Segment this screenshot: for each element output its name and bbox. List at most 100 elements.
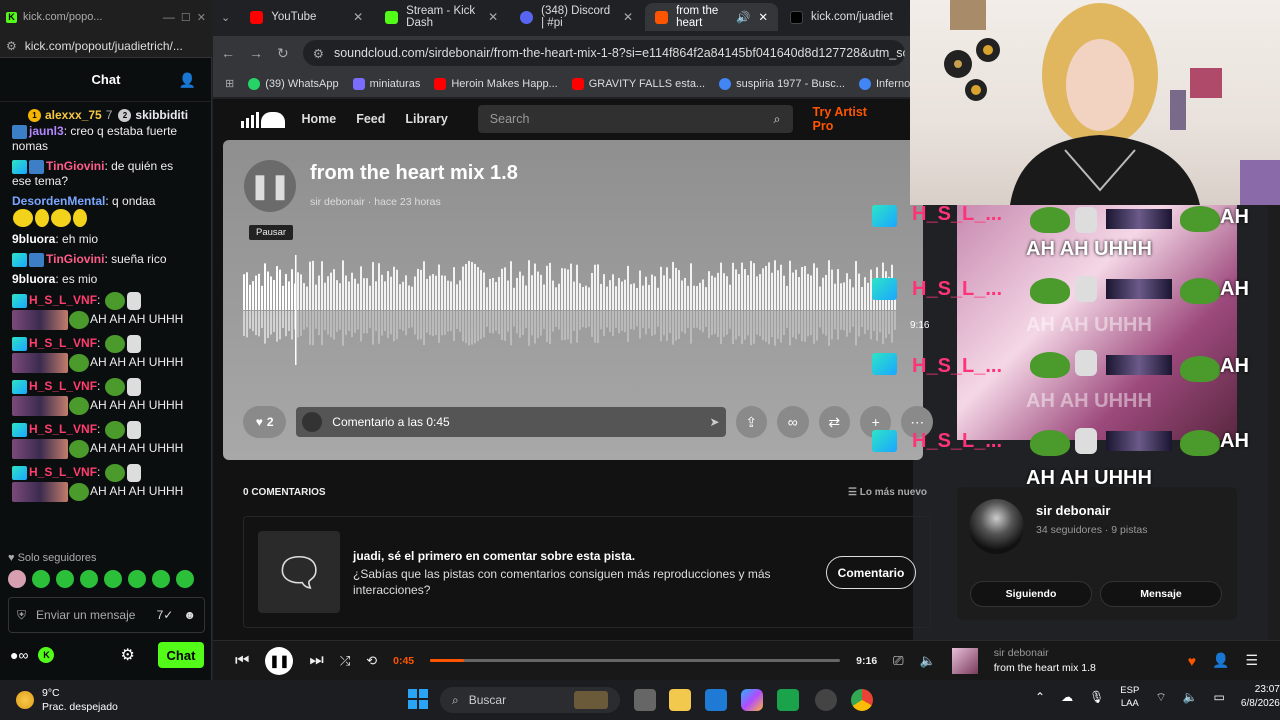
comment-input[interactable]: Comentario a las 0:45 ➤	[296, 407, 726, 437]
apps-grid-icon[interactable]: ⊞	[225, 77, 234, 90]
site-settings-icon[interactable]: ⚙	[6, 39, 17, 53]
sort-comments-dropdown[interactable]: ☰ Lo más nuevo	[848, 487, 927, 498]
bookmark-item[interactable]: Inferno 1980 - B	[858, 77, 913, 90]
copilot-icon[interactable]	[741, 689, 763, 711]
progress-bar[interactable]	[430, 659, 841, 662]
chat-username[interactable]: H_S_L_VNF	[29, 465, 97, 479]
shield-icon[interactable]: ⛨	[17, 608, 26, 623]
chat-username[interactable]: H_S_L_VNF	[29, 336, 97, 350]
try-artist-pro-link[interactable]: Try Artist Pro	[813, 105, 885, 133]
player-pause-button[interactable]: ❚❚	[265, 646, 294, 675]
like-button[interactable]: ♥ 2	[243, 406, 287, 438]
microphone-icon[interactable]: 🎙	[1089, 690, 1104, 704]
input-language[interactable]: ESP LAA	[1120, 684, 1139, 710]
quick-emote-icon[interactable]	[32, 570, 50, 588]
quick-emote-icon[interactable]	[176, 570, 194, 588]
search-input[interactable]: Search ⌕	[477, 105, 793, 133]
show-hidden-icons-icon[interactable]: ⌃	[1035, 690, 1045, 704]
task-view-icon[interactable]	[634, 689, 656, 711]
bookmark-item[interactable]: GRAVITY FALLS esta...	[571, 77, 705, 90]
nav-feed[interactable]: Feed	[356, 112, 385, 126]
chrome-icon[interactable]	[851, 689, 873, 711]
chat-username[interactable]: H_S_L_VNF	[29, 293, 97, 307]
points-icon[interactable]: ●∞	[10, 647, 28, 663]
artist-name[interactable]: sir debonair	[1036, 503, 1110, 518]
search-icon[interactable]: ⌕	[774, 112, 781, 127]
quick-emote-icon[interactable]	[128, 570, 146, 588]
previous-track-icon[interactable]: ⏮	[235, 652, 249, 670]
browser-tab[interactable]: (348) Discord | #pi ✕	[510, 3, 643, 31]
now-playing-artist[interactable]: sir debonair	[994, 647, 1096, 659]
audio-playing-icon[interactable]: 🔊	[736, 10, 750, 24]
tab-close-icon[interactable]: ✕	[488, 10, 498, 24]
liked-heart-icon[interactable]: ♥	[1188, 653, 1196, 669]
chat-message-input[interactable]: ⛨ Enviar un mensaje 7✓ ☻	[8, 597, 205, 633]
browser-tab[interactable]: YouTube ✕	[240, 3, 373, 31]
artist-avatar[interactable]	[969, 499, 1024, 554]
bookmark-item[interactable]: suspiria 1977 - Busc...	[719, 77, 845, 90]
next-track-icon[interactable]: ⏭	[309, 652, 323, 670]
page-scrollbar[interactable]	[1268, 205, 1280, 640]
nav-library[interactable]: Library	[405, 112, 447, 126]
track-artist-link[interactable]: sir debonair	[310, 196, 365, 208]
bookmark-item[interactable]: miniaturas	[352, 77, 420, 90]
reload-icon[interactable]: ↻	[277, 45, 289, 62]
chat-username[interactable]: H_S_L_VNF	[29, 379, 97, 393]
pause-button[interactable]: ❚❚	[244, 160, 296, 212]
wifi-icon[interactable]: ⌔	[1155, 690, 1166, 705]
nav-home[interactable]: Home	[301, 112, 336, 126]
shuffle-icon[interactable]: ⤮	[340, 653, 350, 669]
taskbar-search[interactable]: ⌕ Buscar	[440, 687, 620, 713]
tab-close-icon[interactable]: ✕	[623, 10, 633, 24]
quick-emote-icon[interactable]	[152, 570, 170, 588]
forward-arrow-icon[interactable]: →	[249, 45, 263, 61]
chat-username[interactable]: 9bluora	[12, 232, 55, 246]
settings-gear-icon[interactable]: ⚙	[120, 645, 134, 665]
obs-icon[interactable]	[815, 689, 837, 711]
following-button[interactable]: Siguiendo	[970, 581, 1092, 607]
send-chat-button[interactable]: Chat	[158, 642, 204, 668]
chat-username[interactable]: TinGiovini	[46, 159, 104, 173]
following-user-icon[interactable]: 👤	[1212, 652, 1229, 669]
chat-username[interactable]: 9bluora	[12, 272, 55, 286]
copy-link-button[interactable]: ∞	[777, 406, 809, 438]
battery-icon[interactable]: ▭	[1214, 690, 1225, 704]
kick-logo-icon[interactable]: K	[38, 647, 55, 663]
spreadsheet-app-icon[interactable]	[777, 689, 799, 711]
comment-button[interactable]: Comentario	[826, 556, 916, 589]
send-comment-icon[interactable]: ➤	[709, 415, 719, 429]
browser-tab[interactable]: Stream - Kick Dash ✕	[375, 3, 508, 31]
kick-url-bar[interactable]: ⚙ kick.com/popout/juadietrich/...	[0, 34, 212, 58]
cloud-icon[interactable]: ☁	[1061, 690, 1073, 704]
chat-users-icon[interactable]: 👤	[179, 72, 196, 89]
now-playing-artwork[interactable]	[951, 647, 978, 674]
bookmark-item[interactable]: Heroin Makes Happ...	[434, 77, 558, 90]
tab-search-icon[interactable]: ⌄	[221, 11, 230, 24]
queue-icon[interactable]: ☰	[1245, 652, 1258, 669]
bookmark-item[interactable]: (39) WhatsApp	[248, 77, 339, 90]
windows-start-icon[interactable]	[408, 689, 428, 709]
gifter-item[interactable]: 1 alexxx_75 7	[28, 108, 112, 122]
tab-close-icon[interactable]: ✕	[758, 10, 768, 24]
repost-button[interactable]: ⇄	[818, 406, 850, 438]
waveform[interactable]	[243, 255, 898, 365]
back-arrow-icon[interactable]: ←	[221, 45, 235, 61]
quick-emote-icon[interactable]	[80, 570, 98, 588]
chat-username[interactable]: jaunl3	[29, 124, 64, 138]
emoji-picker-icon[interactable]: ☻	[183, 608, 196, 622]
quick-emote-icon[interactable]	[8, 570, 26, 588]
maximize-icon[interactable]: ☐	[181, 11, 191, 24]
playhead[interactable]	[295, 255, 297, 365]
store-icon[interactable]	[705, 689, 727, 711]
share-button[interactable]: ⇪	[735, 406, 768, 438]
browser-tab[interactable]: kick.com/juadiet	[780, 3, 913, 31]
translate-icon[interactable]: 7✓	[157, 608, 174, 622]
now-playing-title[interactable]: from the heart mix 1.8	[994, 662, 1096, 674]
clock[interactable]: 23:07 6/8/2026	[1241, 683, 1280, 711]
browser-tab-active[interactable]: from the heart 🔊 ✕	[645, 3, 779, 31]
address-bar[interactable]: ⚙ soundcloud.com/sirdebonair/from-the-he…	[302, 40, 905, 66]
repeat-icon[interactable]: ⟲	[366, 653, 377, 669]
volume-icon[interactable]: 🔈	[920, 653, 936, 669]
message-button[interactable]: Mensaje	[1100, 581, 1222, 607]
site-info-icon[interactable]: ⚙	[313, 46, 324, 61]
